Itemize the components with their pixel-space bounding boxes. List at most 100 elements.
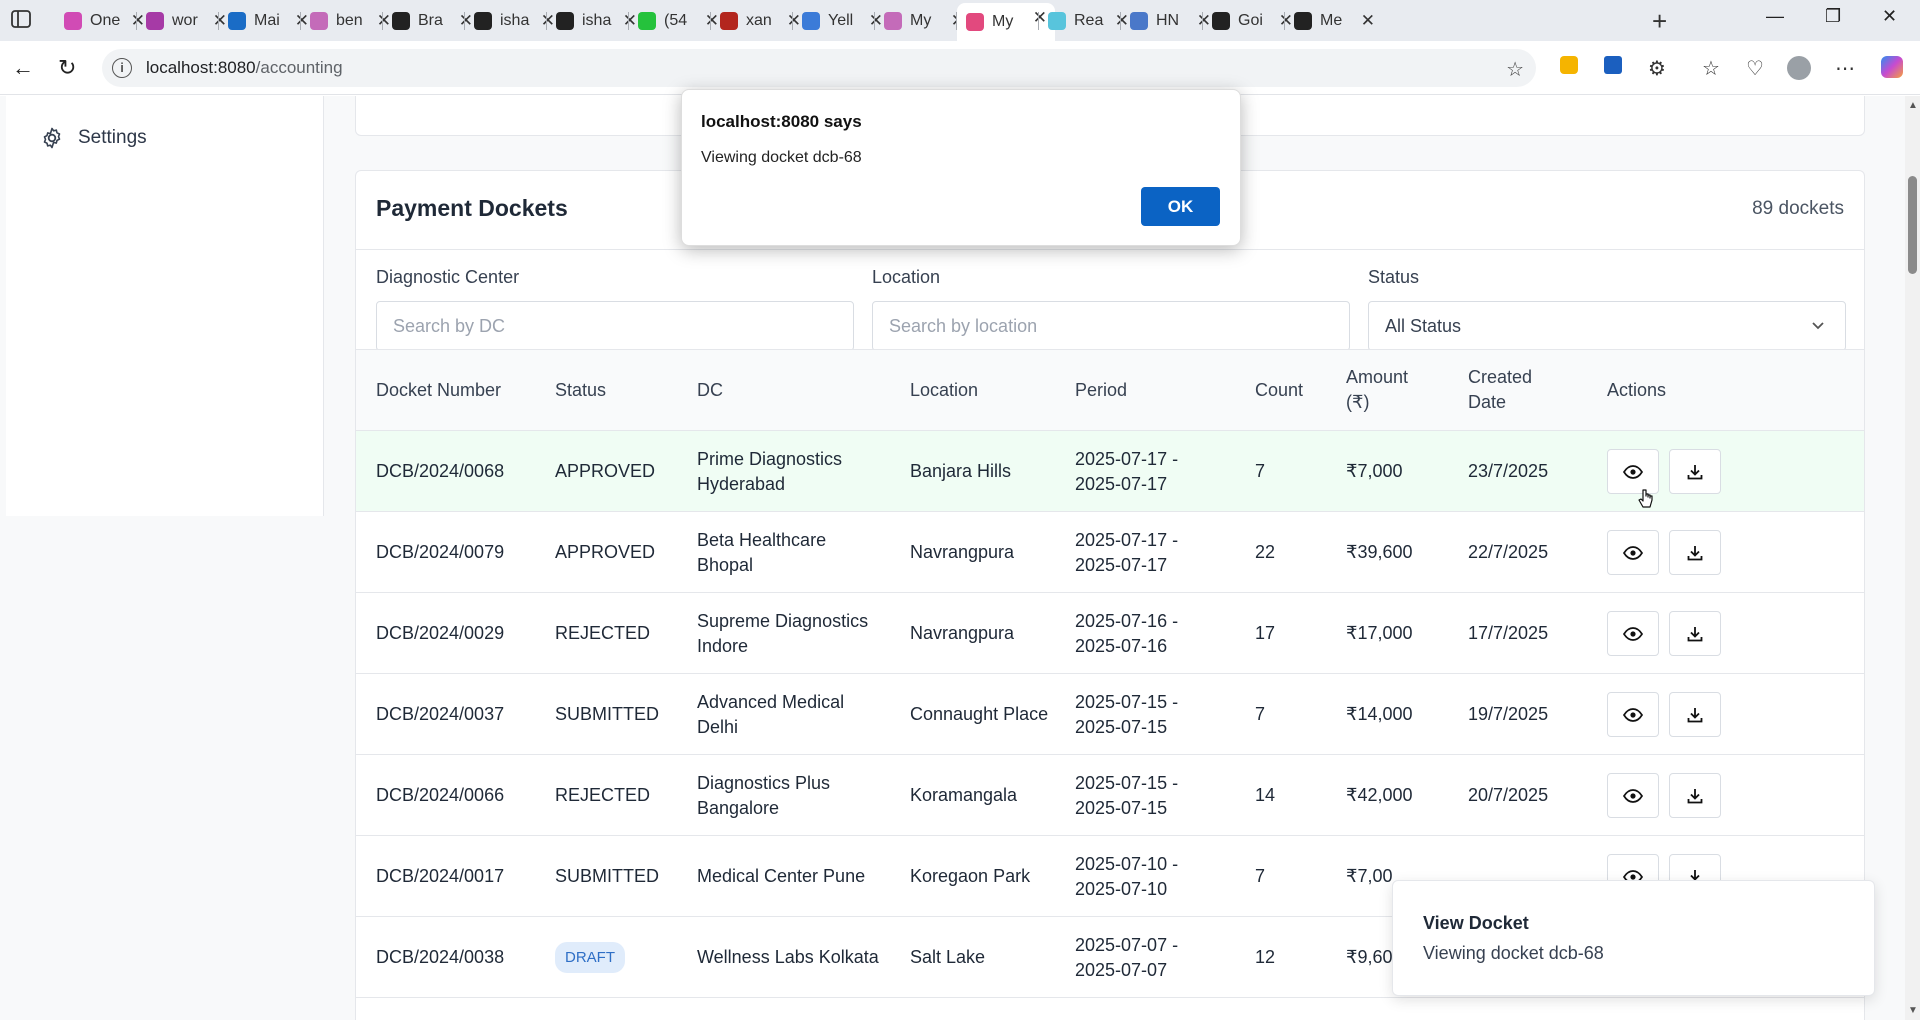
close-window-button[interactable]: ✕ bbox=[1882, 6, 1897, 27]
cell-created: 17/7/2025 bbox=[1468, 623, 1549, 643]
cell-amount: ₹39,600 bbox=[1346, 542, 1413, 562]
cell-period: 2025-07-15 - 2025-07-15 bbox=[1075, 773, 1179, 818]
cell-location: Koregaon Park bbox=[910, 866, 1031, 886]
tab-title: My bbox=[992, 13, 1014, 30]
copilot-icon[interactable] bbox=[1880, 56, 1904, 80]
profile-avatar-icon[interactable] bbox=[1787, 56, 1811, 80]
back-icon[interactable]: ← bbox=[12, 55, 34, 81]
react-icon bbox=[1048, 11, 1066, 30]
cell-amount: ₹42,000 bbox=[1346, 785, 1413, 805]
scroll-down-icon[interactable]: ▼ bbox=[1908, 1005, 1918, 1016]
outlook-icon bbox=[228, 11, 246, 30]
location-search-input[interactable] bbox=[872, 301, 1350, 351]
toast-message: Viewing docket dcb-68 bbox=[1423, 943, 1604, 963]
cell-dc: Diagnostics Plus Bangalore bbox=[697, 773, 831, 818]
loop-icon bbox=[310, 11, 328, 30]
cell-status: APPROVED bbox=[555, 461, 656, 481]
download-docket-button[interactable] bbox=[1669, 773, 1721, 818]
extensions-puzzle-icon[interactable]: ⚙ bbox=[1645, 56, 1669, 80]
page-scrollbar[interactable]: ▲ ▼ bbox=[1905, 96, 1920, 1020]
reload-icon[interactable]: ↻ bbox=[58, 55, 76, 81]
site-info-icon[interactable]: i bbox=[112, 58, 132, 78]
tab-separator bbox=[1202, 12, 1203, 30]
tab-separator bbox=[1284, 12, 1285, 30]
download-docket-button[interactable] bbox=[1669, 530, 1721, 575]
view-docket-button[interactable] bbox=[1607, 530, 1659, 575]
cell-docket: DCB/2024/0079 bbox=[376, 542, 505, 562]
table-row: DCB/2024/0066 REJECTED Diagnostics Plus Ba… bbox=[356, 755, 1864, 836]
alert-dialog: localhost:8080 says Viewing docket dcb-6… bbox=[681, 89, 1241, 246]
dc-search-input[interactable] bbox=[376, 301, 854, 351]
cell-count: 12 bbox=[1255, 947, 1276, 967]
cell-location: Navrangpura bbox=[910, 542, 1015, 562]
scrollbar-thumb[interactable] bbox=[1908, 176, 1917, 274]
app-icon bbox=[966, 13, 984, 31]
download-docket-button[interactable] bbox=[1669, 611, 1721, 656]
status-select[interactable]: All Status bbox=[1368, 301, 1846, 351]
tab-title: wor bbox=[172, 11, 198, 29]
cell-count: 7 bbox=[1255, 461, 1266, 481]
cell-amount: ₹17,000 bbox=[1346, 623, 1413, 643]
download-icon bbox=[1687, 788, 1703, 803]
cell-docket: DCB/2024/0017 bbox=[376, 866, 505, 886]
download-docket-button[interactable] bbox=[1669, 692, 1721, 737]
alert-title: localhost:8080 says bbox=[701, 112, 862, 131]
col-period: Period bbox=[1075, 380, 1128, 400]
tab-separator bbox=[1038, 12, 1039, 30]
more-options-icon[interactable]: ⋯ bbox=[1833, 56, 1857, 80]
cell-amount: ₹14,000 bbox=[1346, 704, 1413, 724]
tab-title: xan bbox=[746, 11, 772, 29]
url-host: localhost:8080 bbox=[146, 58, 256, 77]
scroll-up-icon[interactable]: ▲ bbox=[1908, 100, 1918, 111]
filter-status: Status All Status bbox=[1368, 267, 1846, 351]
divider bbox=[356, 249, 1864, 250]
view-docket-button[interactable] bbox=[1607, 611, 1659, 656]
browser-tab[interactable]: Me ✕ bbox=[1285, 6, 1383, 35]
extension-blue-icon[interactable] bbox=[1601, 56, 1625, 80]
cell-dc: Advanced Medical Delhi bbox=[697, 692, 845, 737]
tab-title: isha bbox=[500, 11, 530, 29]
tab-title: isha bbox=[582, 11, 612, 29]
download-icon bbox=[1687, 545, 1703, 560]
cell-dc: Medical Center Pune bbox=[697, 866, 866, 886]
favorites-icon[interactable]: ☆ bbox=[1699, 56, 1723, 80]
sidebar-item-settings[interactable]: Settings bbox=[40, 126, 147, 150]
copilot-icon bbox=[64, 11, 82, 30]
tab-title: (54 bbox=[664, 11, 688, 29]
chevron-down-icon bbox=[1812, 322, 1824, 330]
view-docket-button[interactable] bbox=[1607, 692, 1659, 737]
whatsapp-icon bbox=[638, 11, 656, 30]
cell-count: 7 bbox=[1255, 704, 1266, 724]
url-bar[interactable]: i localhost:8080/accounting ☆ bbox=[102, 49, 1536, 87]
cell-created: 22/7/2025 bbox=[1468, 542, 1549, 562]
tab-separator bbox=[546, 12, 547, 30]
tab-title: Goi bbox=[1238, 11, 1263, 29]
extension-yellow-icon[interactable] bbox=[1557, 56, 1581, 80]
filter-location: Location bbox=[872, 267, 1350, 351]
col-location: Location bbox=[910, 380, 979, 400]
tab-actions-icon[interactable] bbox=[10, 9, 36, 33]
minimize-button[interactable]: — bbox=[1766, 6, 1784, 27]
favorite-star-icon[interactable]: ☆ bbox=[1506, 57, 1524, 82]
tab-title: One bbox=[90, 11, 121, 29]
tab-separator bbox=[956, 12, 957, 30]
cell-location: Salt Lake bbox=[910, 947, 986, 967]
new-tab-button[interactable]: + bbox=[1652, 6, 1667, 37]
cell-status: SUBMITTED bbox=[555, 704, 660, 724]
loop-icon bbox=[884, 11, 902, 30]
download-icon bbox=[1687, 464, 1703, 479]
download-docket-button[interactable] bbox=[1669, 449, 1721, 494]
filter-location-label: Location bbox=[872, 267, 941, 287]
cell-period: 2025-07-17 - 2025-07-17 bbox=[1075, 449, 1179, 494]
github-icon bbox=[556, 11, 574, 30]
browser-essentials-icon[interactable]: ♡ bbox=[1743, 56, 1767, 80]
alert-ok-button[interactable]: OK bbox=[1141, 187, 1220, 226]
tab-close-icon[interactable]: ✕ bbox=[1361, 11, 1375, 31]
cell-docket: DCB/2024/0066 bbox=[376, 785, 505, 805]
cell-status: SUBMITTED bbox=[555, 866, 660, 886]
view-docket-button[interactable] bbox=[1607, 773, 1659, 818]
cell-period: 2025-07-07 - 2025-07-07 bbox=[1075, 935, 1179, 980]
status-select-value: All Status bbox=[1385, 315, 1462, 336]
tab-separator bbox=[382, 12, 383, 30]
restore-button[interactable]: ❐ bbox=[1825, 6, 1841, 27]
